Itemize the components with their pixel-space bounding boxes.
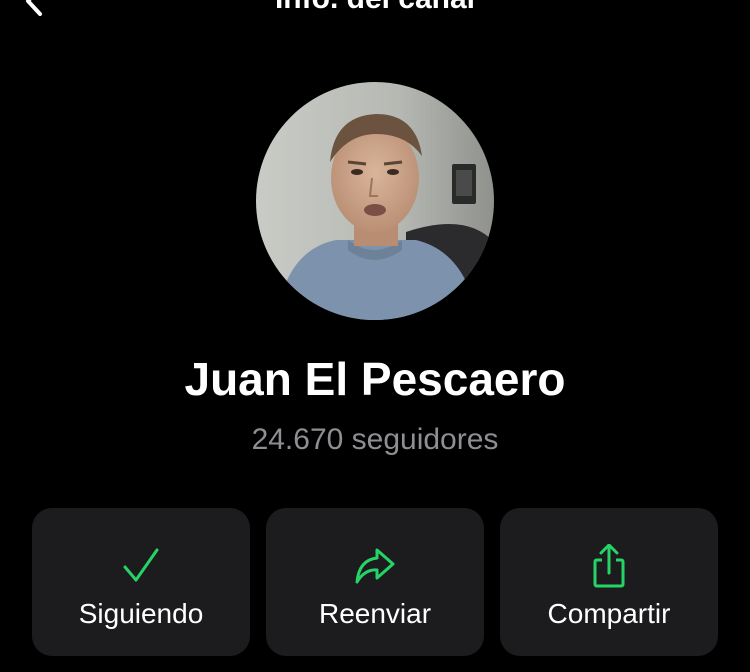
following-label: Siguiendo (78, 598, 204, 629)
channel-name: Juan El Pescaero (184, 353, 566, 405)
following-button[interactable]: Siguiendo (32, 508, 250, 656)
forward-button[interactable]: Reenviar (266, 508, 484, 656)
top-bar: Info. del canal (0, 0, 750, 20)
page-title: Info. del canal (0, 0, 750, 14)
share-label: Compartir (547, 598, 671, 629)
forward-label: Reenviar (318, 598, 432, 629)
share-icon (593, 544, 625, 588)
checkmark-icon (123, 548, 159, 582)
avatar-photo (256, 82, 494, 320)
follower-count: 24.670 seguidores (251, 423, 499, 456)
forward-arrow-icon (355, 548, 395, 584)
avatar[interactable] (256, 82, 494, 320)
share-button[interactable]: Compartir (500, 508, 718, 656)
